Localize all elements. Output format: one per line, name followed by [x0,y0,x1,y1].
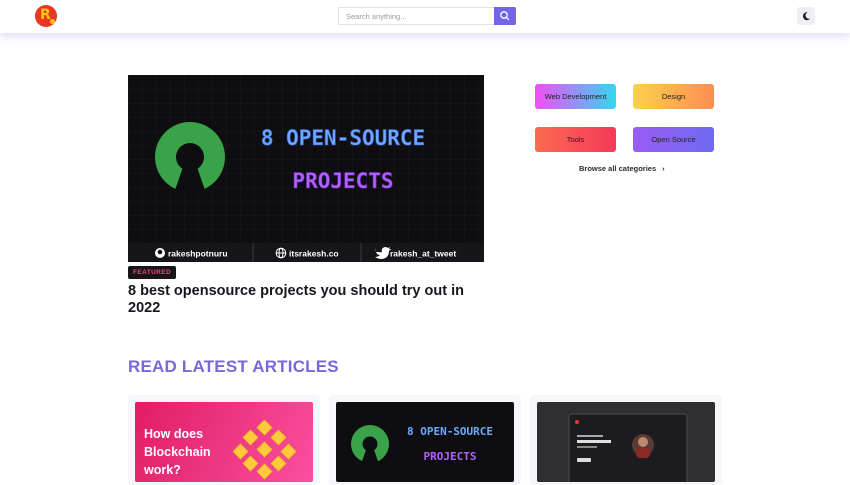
article-card[interactable] [530,395,722,485]
thumbnail-text-line: Blockchain [144,445,211,459]
cover-website: itsrakesh.co [289,249,339,259]
article-card[interactable]: 8 OPEN-SOURCE PROJECTS [329,395,521,485]
thumbnail-text-line: 8 OPEN-SOURCE [407,425,493,438]
browse-all-categories-link[interactable]: Browse all categories › [579,164,665,173]
thumbnail-text-line: PROJECTS [424,450,477,463]
thumbnail-screenshot-art [568,413,688,482]
category-web-development[interactable]: Web Development [535,84,616,109]
cover-title-line2: PROJECTS [292,169,393,193]
site-logo[interactable]: R [35,5,57,27]
browse-all-label: Browse all categories [579,164,657,173]
thumbnail-cover-art: 8 OPEN-SOURCE PROJECTS [351,425,493,464]
search-icon [500,11,510,21]
featured-cover-art: 8 OPEN-SOURCE PROJECTS rakeshpotnuru its… [128,75,484,262]
cover-github-handle: rakeshpotnuru [168,249,228,259]
cover-title-line1: 8 OPEN-SOURCE [261,126,425,150]
latest-articles-heading: READ LATEST ARTICLES [128,357,339,376]
chevron-right-icon: › [662,164,665,173]
featured-article-title[interactable]: 8 best opensource projects you should tr… [128,283,478,317]
github-icon [155,248,165,258]
search-bar [338,7,516,25]
search-input[interactable] [338,7,495,25]
search-button[interactable] [494,7,516,25]
category-design[interactable]: Design [633,84,714,109]
theme-toggle-button[interactable] [797,7,815,25]
blockchain-cubes-icon [233,420,297,480]
article-card[interactable]: How does Blockchain work? [128,395,320,485]
thumbnail-text-line: work? [144,463,181,477]
top-navbar: R [0,0,850,33]
thumbnail-text-line: How does [144,427,204,441]
category-open-source[interactable]: Open Source [633,127,714,152]
thumbnail-text: How does Blockchain work? [144,425,211,479]
moon-icon [802,12,811,21]
logo-dot [50,19,55,24]
featured-badge: FEATURED [128,266,177,279]
featured-article-image[interactable]: 8 OPEN-SOURCE PROJECTS rakeshpotnuru its… [128,75,484,262]
article-thumbnail-open-source: 8 OPEN-SOURCE PROJECTS [336,402,514,482]
article-thumbnail-portfolio [537,402,715,482]
article-thumbnail-blockchain: How does Blockchain work? [135,402,313,482]
cover-twitter-handle: rakesh_at_tweet [390,249,456,259]
category-tools[interactable]: Tools [535,127,616,152]
